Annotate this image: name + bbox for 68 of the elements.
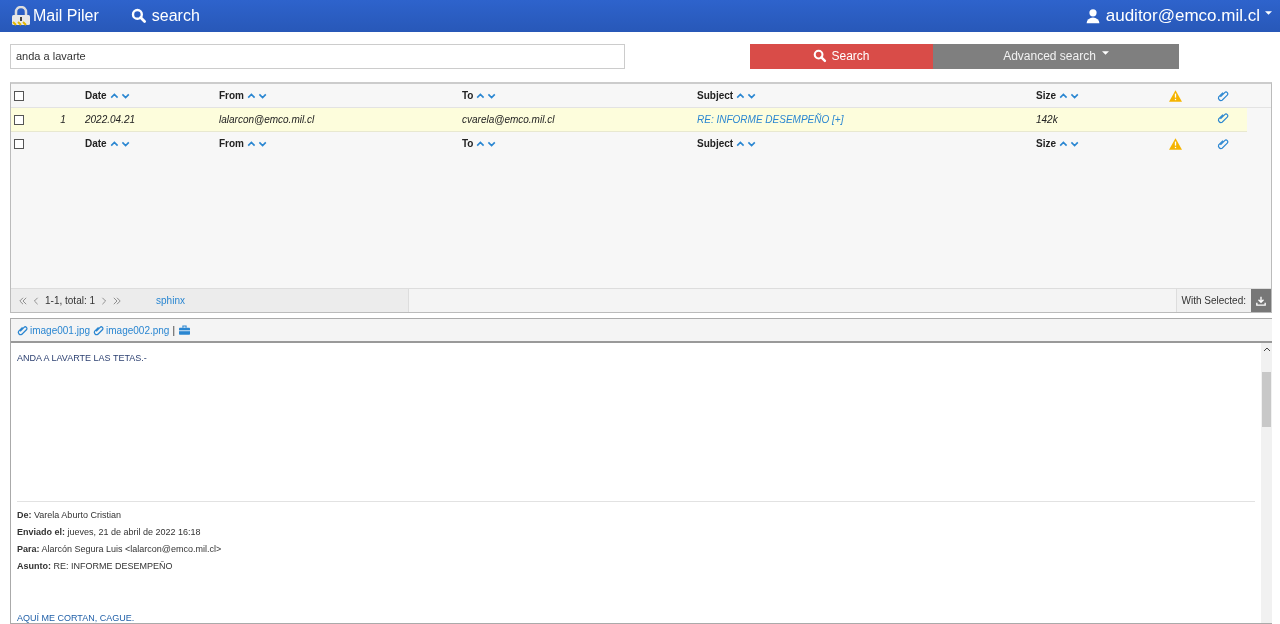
user-menu[interactable]: auditor@emco.mil.cl [1084, 6, 1272, 26]
caret-icon [1265, 10, 1272, 16]
paperclip-icon [93, 324, 105, 336]
quoted-header-line: Enviado el: jueves, 21 de abril de 2022 16:18 [17, 526, 202, 539]
download-icon [1256, 295, 1266, 306]
app-title[interactable]: Mail Piler [33, 7, 99, 25]
from-cell: lalarcon@emco.mil.cl [219, 114, 315, 125]
caret-icon [1101, 50, 1109, 56]
size-cell: 142k [1036, 114, 1058, 125]
warning-icon [1168, 137, 1182, 150]
quoted-header-line: De: Varela Aburto Cristian [17, 509, 122, 522]
search-field[interactable]: anda a lavarte [10, 43, 625, 69]
quoted-header-line: Asunto: RE: INFORME DESEMPEÑO [17, 560, 174, 573]
select-all-checkbox[interactable] [14, 138, 24, 149]
column-header: Size [1036, 138, 1056, 149]
column-header: Date [85, 138, 107, 149]
column-header: Size [1036, 90, 1056, 101]
sort-arrows-icon[interactable] [1059, 139, 1079, 148]
column-header: Subject [697, 90, 734, 101]
column-header: To [462, 90, 474, 101]
quoted-header-line: Para: Alarcón Segura Luis <lalarcon@emco.mil.cl> [17, 543, 223, 556]
message-body-text: ANDA A LAVARTE LAS TETAS.- [17, 353, 148, 363]
sort-arrows-icon[interactable] [109, 139, 130, 148]
paperclip-icon [1216, 112, 1229, 124]
to-cell: cvarela@emco.mil.cl [462, 114, 555, 125]
search-nav-link[interactable]: search [130, 7, 200, 25]
sort-arrows-icon[interactable] [476, 139, 497, 148]
paperclip-icon [1216, 89, 1229, 102]
column-header: Subject [697, 138, 734, 149]
row-number: 1 [60, 114, 66, 125]
user-icon [1084, 8, 1101, 24]
scrollbar-thumb[interactable] [1262, 372, 1271, 427]
separator-text: | [172, 324, 176, 336]
subject-link[interactable]: RE: INFORME DESEMPEÑO [+] [697, 114, 844, 125]
sort-arrows-icon[interactable] [736, 91, 757, 100]
reply-text: AQUÍ ME CORTAN, CAGUE. [17, 613, 136, 623]
search-engine-link[interactable]: sphinx [156, 295, 185, 306]
briefcase-icon[interactable] [179, 325, 191, 335]
sort-arrows-icon[interactable] [247, 91, 267, 100]
warning-icon [1168, 89, 1182, 102]
column-header: From [219, 90, 244, 101]
attachment-link[interactable]: image001.jpg [30, 324, 91, 336]
search-button[interactable]: Search [750, 43, 933, 69]
paperclip-icon [1216, 137, 1229, 150]
attachment-link[interactable]: image002.png [106, 324, 170, 336]
sort-arrows-icon[interactable] [247, 139, 267, 148]
paperclip-icon [17, 324, 28, 336]
column-header: Date [85, 90, 107, 101]
message-row[interactable]: 1 2022.04.21 lalarcon@emco.mil.cl cvarela@emco.mil.cl RE: INFORME DESEMPEÑO [+] 142k [11, 108, 1247, 132]
download-button[interactable] [1251, 289, 1271, 312]
scroll-up-icon[interactable] [1262, 347, 1271, 352]
row-checkbox[interactable] [14, 114, 24, 125]
sort-arrows-icon[interactable] [476, 91, 497, 100]
advanced-search-button[interactable]: Advanced search [933, 43, 1179, 69]
page-range: 1-1, total: 1 [45, 295, 96, 306]
first-page-icon[interactable] [19, 296, 27, 305]
scrollbar[interactable] [1261, 343, 1272, 623]
last-page-icon[interactable] [113, 296, 122, 305]
padlock-icon [10, 6, 32, 26]
select-all-checkbox[interactable] [14, 90, 24, 101]
sort-arrows-icon[interactable] [109, 91, 130, 100]
sort-arrows-icon[interactable] [1059, 91, 1079, 100]
sort-arrows-icon[interactable] [736, 139, 757, 148]
search-icon [130, 8, 147, 24]
column-header: From [219, 138, 244, 149]
search-icon [813, 49, 828, 63]
column-header: To [462, 138, 474, 149]
date-cell: 2022.04.21 [85, 114, 136, 125]
